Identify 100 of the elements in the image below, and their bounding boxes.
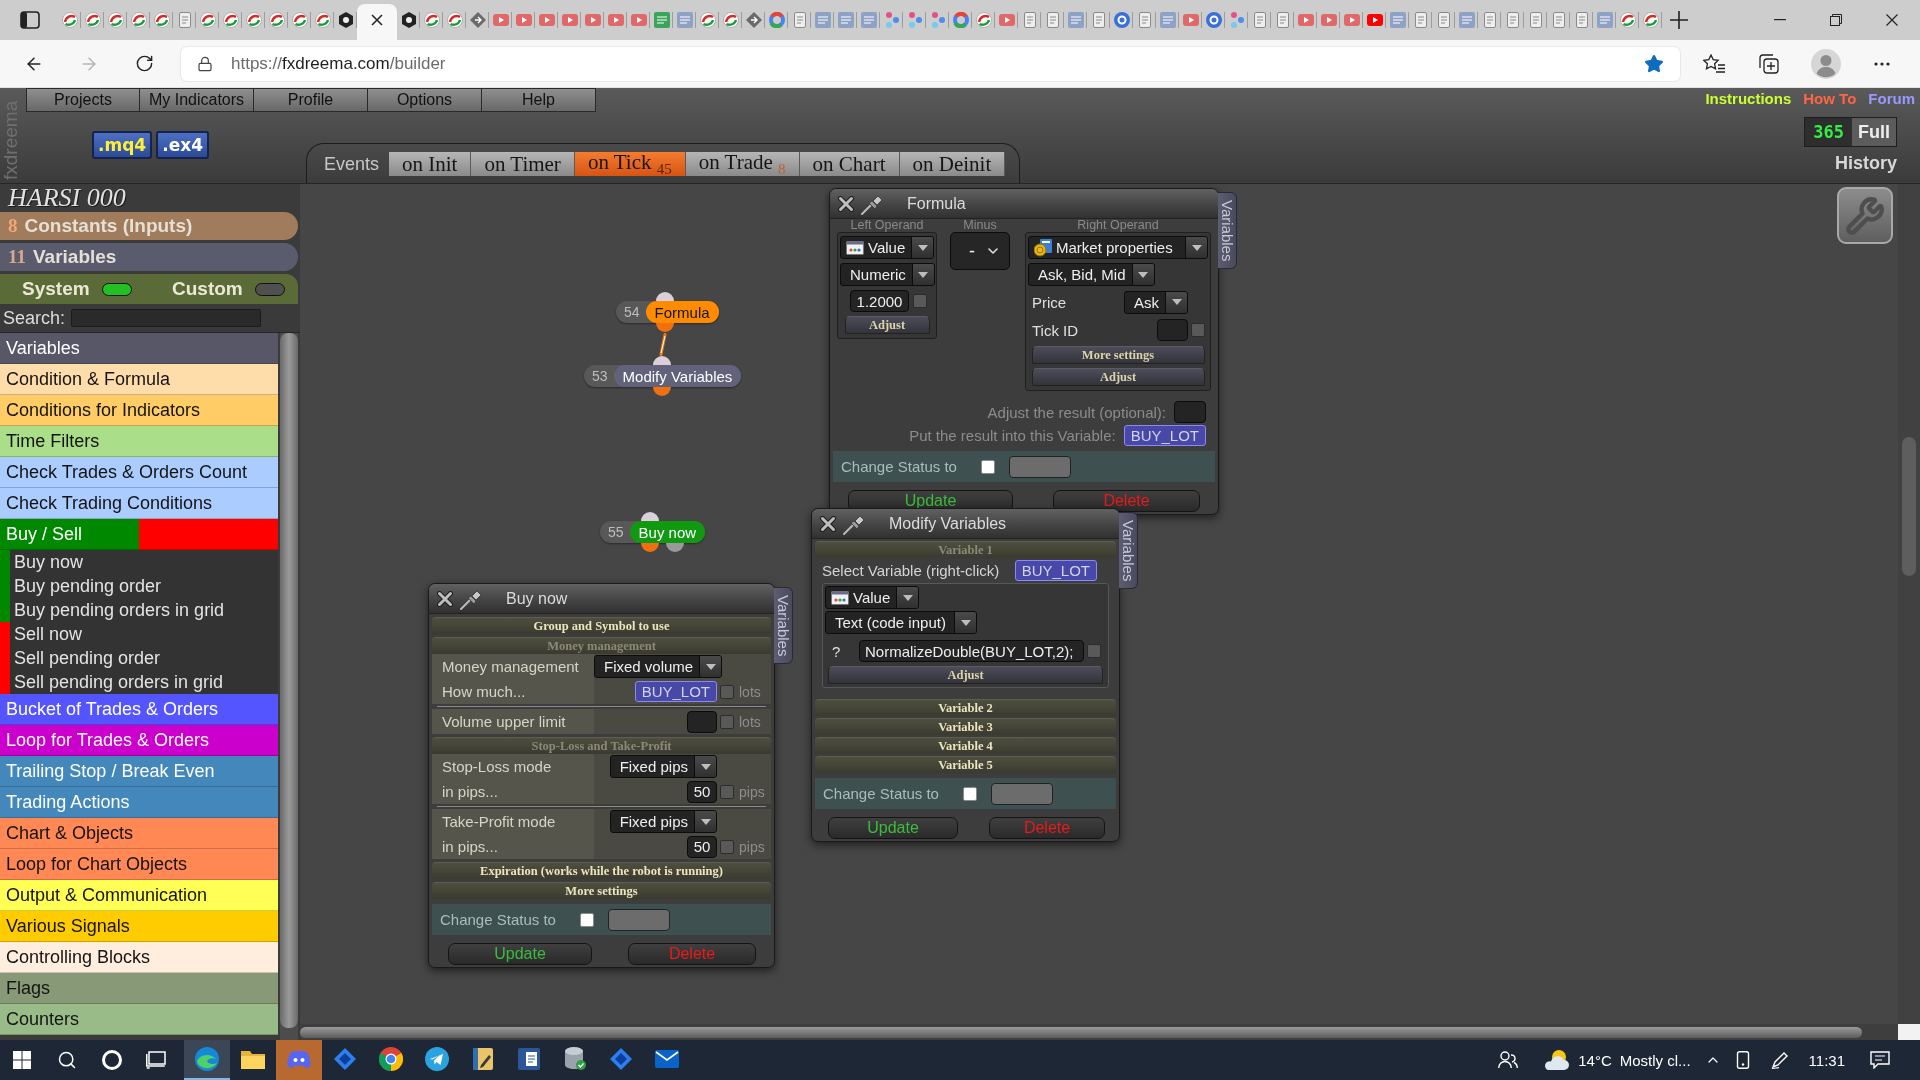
export-button[interactable]: .mq4: [92, 131, 153, 159]
variable-field[interactable]: BUY_LOT: [1123, 424, 1206, 446]
category-item[interactable]: Bucket of Trades & Orders: [0, 694, 278, 725]
category-item[interactable]: Counters: [0, 1004, 278, 1035]
more-icon[interactable]: [1874, 61, 1890, 66]
search-field[interactable]: [71, 309, 262, 327]
event-tab[interactable]: on Timer: [471, 152, 575, 176]
checkbox[interactable]: [981, 459, 995, 474]
category-item[interactable]: Condition & Formula: [0, 364, 278, 395]
port-icon[interactable]: [656, 323, 674, 332]
adjust-button[interactable]: Adjust: [844, 316, 930, 334]
variables-tab[interactable]: Variables: [1218, 192, 1237, 270]
section-header[interactable]: Variable 2: [815, 699, 1116, 716]
close-icon[interactable]: [1886, 14, 1898, 26]
pen-icon[interactable]: [1770, 1051, 1789, 1069]
toggle-switch[interactable]: [254, 282, 285, 296]
event-tab[interactable]: on Init: [389, 152, 472, 176]
section-header[interactable]: Variable 5: [815, 756, 1116, 773]
block-node[interactable]: 53 Modify Variables: [584, 365, 742, 387]
port-icon[interactable]: [653, 387, 671, 396]
category-item[interactable]: Output & Communication: [0, 880, 278, 911]
port-icon[interactable]: [653, 356, 671, 365]
dropdown[interactable]: -: [950, 232, 1010, 270]
port-icon[interactable]: [666, 543, 684, 552]
scrollbar[interactable]: [300, 1024, 1898, 1040]
category-item[interactable]: Flags: [0, 973, 278, 1004]
event-tab[interactable]: on Trade $_{8}$: [685, 152, 800, 176]
category-item[interactable]: Trailing Stop / Break Even: [0, 756, 278, 787]
input-field[interactable]: [1174, 401, 1206, 423]
event-tab[interactable]: on Chart: [799, 152, 900, 176]
temperature-text[interactable]: 14°C: [1578, 1051, 1612, 1069]
category-item[interactable]: Variables: [0, 333, 278, 364]
category-item[interactable]: Time Filters: [0, 426, 278, 457]
close-icon[interactable]: [820, 515, 836, 532]
checkbox[interactable]: [1191, 323, 1205, 337]
checkbox[interactable]: [720, 684, 734, 699]
clock-text[interactable]: 11:31: [1808, 1051, 1845, 1069]
input-field[interactable]: [687, 710, 717, 733]
plus-icon[interactable]: [1670, 11, 1688, 29]
variable-field[interactable]: BUY_LOT: [1014, 559, 1097, 581]
section-header[interactable]: Variable 3: [815, 718, 1116, 735]
favorite-star-icon[interactable]: [1644, 53, 1664, 74]
section-header[interactable]: Expiration (works while the robot is running): [432, 862, 771, 879]
block-node[interactable]: 55 Buy now: [600, 521, 706, 543]
collections-icon[interactable]: [1759, 53, 1779, 74]
block-item[interactable]: Sell pending order: [0, 646, 278, 670]
menu-button[interactable]: Help: [482, 88, 596, 112]
scrollbar-thumb[interactable]: [300, 1026, 1862, 1038]
category-item[interactable]: Loop for Trades & Orders: [0, 725, 278, 756]
menu-button[interactable]: My Indicators: [140, 88, 254, 112]
scrollbar[interactable]: [1898, 184, 1920, 1024]
checkbox[interactable]: [720, 784, 734, 799]
section-header[interactable]: More settings: [432, 882, 771, 899]
variables-button[interactable]: 11 Variables: [0, 243, 298, 271]
dropdown[interactable]: Fixed pips: [609, 810, 717, 833]
dropdown[interactable]: Ask: [1124, 290, 1188, 314]
people-icon[interactable]: [1498, 1051, 1519, 1069]
category-item[interactable]: Trading Actions: [0, 787, 278, 818]
block-item[interactable]: Sell pending orders in grid: [0, 670, 278, 694]
title-bar[interactable]: Formula: [830, 189, 1218, 219]
close-icon[interactable]: [437, 590, 453, 607]
event-tab[interactable]: on Deinit: [899, 152, 1006, 176]
category-item[interactable]: Various Signals: [0, 911, 278, 942]
checkbox[interactable]: [720, 839, 734, 854]
search-icon[interactable]: [57, 1050, 77, 1070]
input-field[interactable]: 50: [687, 835, 717, 858]
close-icon[interactable]: [371, 14, 383, 26]
checkbox[interactable]: [720, 714, 734, 729]
task-view-icon[interactable]: [146, 1051, 168, 1069]
checkbox[interactable]: [963, 786, 977, 801]
export-button[interactable]: .ex4: [156, 131, 209, 159]
category-item[interactable]: Chart & Objects: [0, 818, 278, 849]
input-field[interactable]: 1.2000: [850, 290, 909, 312]
section-header[interactable]: Variable 4: [815, 737, 1116, 754]
notification-icon[interactable]: [1870, 1051, 1890, 1069]
menu-button[interactable]: Options: [368, 88, 482, 112]
update-button[interactable]: Update: [448, 943, 592, 965]
header-link[interactable]: Instructions: [1705, 89, 1792, 109]
checkbox[interactable]: [580, 912, 594, 927]
category-item[interactable]: Loop for Chart Objects: [0, 849, 278, 880]
tab-actions-icon[interactable]: [20, 11, 40, 29]
dropdown[interactable]: Fixed volume: [594, 655, 723, 678]
settings-button[interactable]: More settings: [1031, 346, 1205, 364]
minimize-icon[interactable]: [1774, 19, 1786, 21]
port-icon[interactable]: [641, 543, 659, 552]
category-item[interactable]: Controlling Blocks: [0, 942, 278, 973]
variables-tab[interactable]: Variables: [774, 587, 793, 665]
variables-tab[interactable]: Variables: [1119, 512, 1138, 590]
refresh-icon[interactable]: [134, 54, 154, 73]
status-field[interactable]: [991, 782, 1053, 805]
category-item[interactable]: Check Trades & Orders Count: [0, 457, 278, 488]
circle-icon[interactable]: [102, 1050, 122, 1070]
lock-icon[interactable]: [197, 55, 213, 72]
restore-icon[interactable]: [1830, 14, 1842, 26]
update-button[interactable]: Update: [828, 817, 958, 839]
wrench-icon[interactable]: [1837, 187, 1893, 244]
adjust-button[interactable]: Adjust: [1031, 368, 1205, 386]
dropdown[interactable]: Value: [825, 586, 920, 609]
code-input-field[interactable]: NormalizeDouble(BUY_LOT,2);: [859, 640, 1084, 662]
title-bar[interactable]: Modify Variables: [812, 509, 1119, 539]
